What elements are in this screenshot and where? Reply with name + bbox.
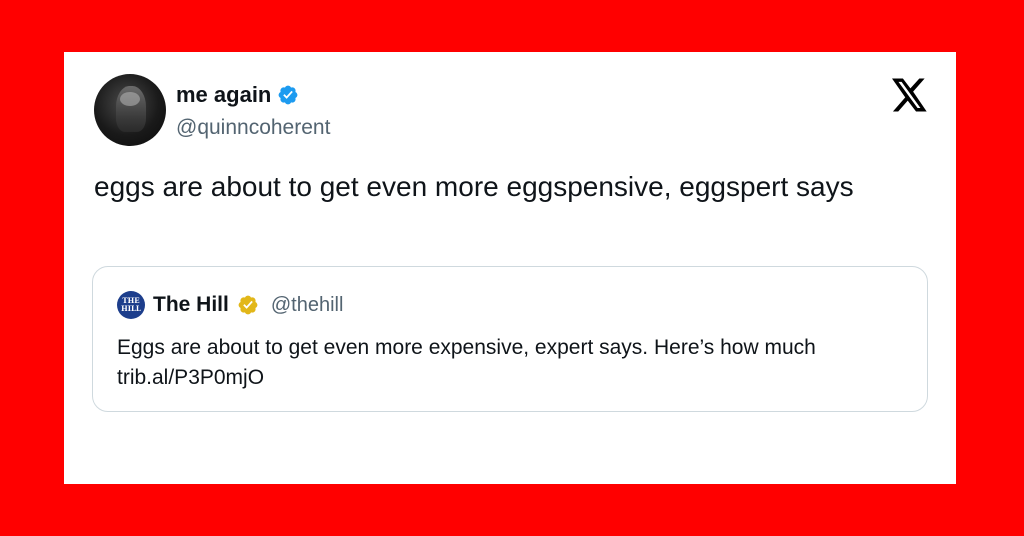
quoted-tweet-header: THE HILL The Hill @thehill: [117, 291, 343, 319]
author-avatar[interactable]: [94, 74, 166, 146]
quoted-tweet-body: Eggs are about to get even more expensiv…: [117, 336, 816, 359]
tweet-card: me again @quinncoherent eggs are about t…: [64, 52, 956, 484]
quoted-author-handle[interactable]: @thehill: [271, 294, 344, 317]
verified-blue-badge-icon: [277, 84, 299, 106]
quoted-author-name[interactable]: The Hill: [153, 293, 229, 317]
author-name[interactable]: me again: [176, 82, 271, 108]
author-handle[interactable]: @quinncoherent: [176, 116, 330, 140]
tweet-text: eggs are about to get even more eggspens…: [94, 171, 854, 202]
quoted-tweet-text: Eggs are about to get even more expensiv…: [117, 333, 917, 393]
the-hill-logo-bottom-text: HILL: [121, 304, 141, 313]
verified-gold-badge-icon: [237, 294, 259, 316]
the-hill-logo-icon[interactable]: THE HILL: [117, 291, 145, 319]
author-name-row[interactable]: me again: [176, 82, 299, 108]
quoted-tweet[interactable]: THE HILL The Hill @thehill Eggs are abou…: [92, 266, 928, 412]
quoted-tweet-link[interactable]: trib.al/P3P0mjO: [117, 363, 917, 393]
x-logo-icon[interactable]: [892, 78, 928, 112]
